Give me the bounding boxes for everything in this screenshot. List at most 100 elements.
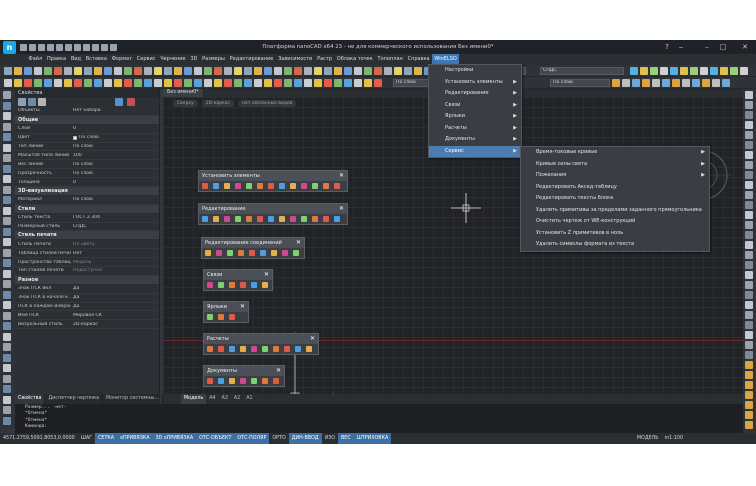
view-tool-icon[interactable] <box>660 67 668 75</box>
prop-row-objects[interactable]: Объекты Нет набора <box>15 107 159 116</box>
prop-section-header[interactable]: Стили <box>15 204 159 214</box>
help-icon[interactable]: ? <box>660 40 674 54</box>
prop-value[interactable]: 100 <box>71 153 159 158</box>
standard-tool-icon[interactable] <box>24 67 32 75</box>
layout-tab[interactable]: A3 <box>219 394 231 404</box>
misc-tool-icon[interactable] <box>672 79 680 87</box>
misc-tool-icon[interactable] <box>722 79 730 87</box>
standard-tool-icon[interactable] <box>334 67 342 75</box>
menu-0[interactable]: Файл <box>26 54 45 65</box>
electrical-tool-icon[interactable] <box>273 378 279 384</box>
misc-tool-icon[interactable] <box>692 79 700 87</box>
electrical-tool-icon[interactable] <box>240 378 246 384</box>
prop-value[interactable]: СПДС <box>71 224 159 229</box>
winelso-menu-item[interactable]: Расчеты ▶ <box>429 123 521 135</box>
floating-toolbar[interactable]: Связи ✕ <box>203 269 273 291</box>
props-tool-icon[interactable] <box>134 79 142 87</box>
draw-tool-icon[interactable] <box>3 416 11 425</box>
props-tool-icon[interactable] <box>124 79 132 87</box>
menu-3[interactable]: Вставка <box>83 54 109 65</box>
prop-value[interactable]: Нет <box>71 251 159 256</box>
layout-tab[interactable]: A1 <box>243 394 255 404</box>
draw-tool-icon[interactable] <box>3 227 11 236</box>
status-toggle[interactable]: ДИН-ВВОД <box>288 433 322 444</box>
electrical-tool-icon[interactable] <box>257 216 263 222</box>
props-tool-icon[interactable] <box>334 79 342 87</box>
electrical-tool-icon[interactable] <box>249 250 255 256</box>
misc-tool-icon[interactable] <box>662 79 670 87</box>
props-tool-icon[interactable] <box>244 79 252 87</box>
draw-tool-icon[interactable] <box>3 301 11 309</box>
electrical-tool-icon[interactable] <box>235 216 241 222</box>
floating-toolbar-title[interactable]: Документы ✕ <box>204 366 284 376</box>
view-tool-icon[interactable] <box>720 67 728 75</box>
select-objects-icon[interactable] <box>18 98 26 106</box>
electrical-tool-icon[interactable] <box>282 250 288 256</box>
service-menu-item[interactable]: Время-токовые кривые ▶ <box>521 147 709 159</box>
prop-value[interactable]: По слою <box>71 162 159 167</box>
text-style-combo[interactable]: СПДС <box>540 67 624 75</box>
electrical-tool-icon[interactable] <box>251 282 257 288</box>
edit-tool-icon[interactable] <box>745 161 753 169</box>
edit-tool-icon[interactable] <box>745 261 753 269</box>
props-tool-icon[interactable] <box>194 79 202 87</box>
view-tool-icon[interactable] <box>640 67 648 75</box>
standard-tool-icon[interactable] <box>54 67 62 75</box>
props-tool-icon[interactable] <box>104 79 112 87</box>
prop-value[interactable]: ГОСТ 2.304 <box>71 215 159 220</box>
floating-toolbar[interactable]: Документы ✕ <box>203 365 285 387</box>
standard-tool-icon[interactable] <box>124 67 132 75</box>
maximize-button[interactable]: □ <box>716 40 730 54</box>
command-line[interactable]: Размер... -нет- *Отмена* *Отмена* Команда: <box>15 404 743 433</box>
cut-icon[interactable] <box>92 43 99 51</box>
layout-tab[interactable]: A2 <box>231 394 243 404</box>
view-breadcrumb[interactable]: 2D-каркас <box>201 100 234 107</box>
undo-icon[interactable] <box>74 43 81 51</box>
prop-row[interactable]: Таблица стилей печати Нет <box>15 249 159 259</box>
close-icon[interactable]: ✕ <box>296 238 301 248</box>
minimize-button[interactable]: ‒ <box>674 40 688 54</box>
standard-tool-icon[interactable] <box>4 67 12 75</box>
edit-tool-icon[interactable] <box>745 421 753 429</box>
draw-tool-icon[interactable] <box>3 322 11 330</box>
standard-tool-icon[interactable] <box>194 67 202 75</box>
menu-2[interactable]: Вид <box>68 54 83 65</box>
electrical-tool-icon[interactable] <box>229 378 235 384</box>
edit-tool-icon[interactable] <box>745 91 753 99</box>
misc-tool-icon[interactable] <box>632 79 640 87</box>
standard-tool-icon[interactable] <box>364 67 372 75</box>
close-icon[interactable]: ✕ <box>264 270 269 280</box>
props-tool-icon[interactable] <box>364 79 372 87</box>
view-tool-icon[interactable] <box>740 67 748 75</box>
draw-tool-icon[interactable] <box>3 185 11 194</box>
prop-value[interactable]: По цвету <box>71 242 159 247</box>
misc-tool-icon[interactable] <box>642 79 650 87</box>
electrical-tool-icon[interactable] <box>334 216 340 222</box>
standard-tool-icon[interactable] <box>224 67 232 75</box>
standard-tool-icon[interactable] <box>14 67 22 75</box>
electrical-tool-icon[interactable] <box>240 282 246 288</box>
menu-13[interactable]: Топоплан <box>375 54 405 65</box>
winelso-menu-item[interactable]: Связи ▶ <box>429 100 521 112</box>
draw-tool-icon[interactable] <box>3 290 11 299</box>
prop-value[interactable]: Да <box>71 295 159 300</box>
edit-tool-icon[interactable] <box>745 321 753 329</box>
electrical-tool-icon[interactable] <box>290 216 296 222</box>
view-tool-icon[interactable] <box>650 67 658 75</box>
electrical-tool-icon[interactable] <box>238 250 244 256</box>
draw-tool-icon[interactable] <box>3 164 11 173</box>
edit-tool-icon[interactable] <box>745 331 753 339</box>
winelso-menu-item[interactable]: Документы ▶ <box>429 134 521 146</box>
edit-tool-icon[interactable] <box>745 381 753 389</box>
menu-4[interactable]: Формат <box>109 54 134 65</box>
electrical-tool-icon[interactable] <box>260 250 266 256</box>
draw-tool-icon[interactable] <box>3 311 11 320</box>
standard-tool-icon[interactable] <box>344 67 352 75</box>
draw-tool-icon[interactable] <box>3 269 11 278</box>
standard-tool-icon[interactable] <box>304 67 312 75</box>
close-button[interactable]: ✕ <box>738 40 752 54</box>
props-tool-icon[interactable] <box>84 79 92 87</box>
model-space-label[interactable]: МОДЕЛЬ <box>634 433 662 444</box>
redo-icon[interactable] <box>83 43 90 51</box>
props-tool-icon[interactable] <box>324 79 332 87</box>
